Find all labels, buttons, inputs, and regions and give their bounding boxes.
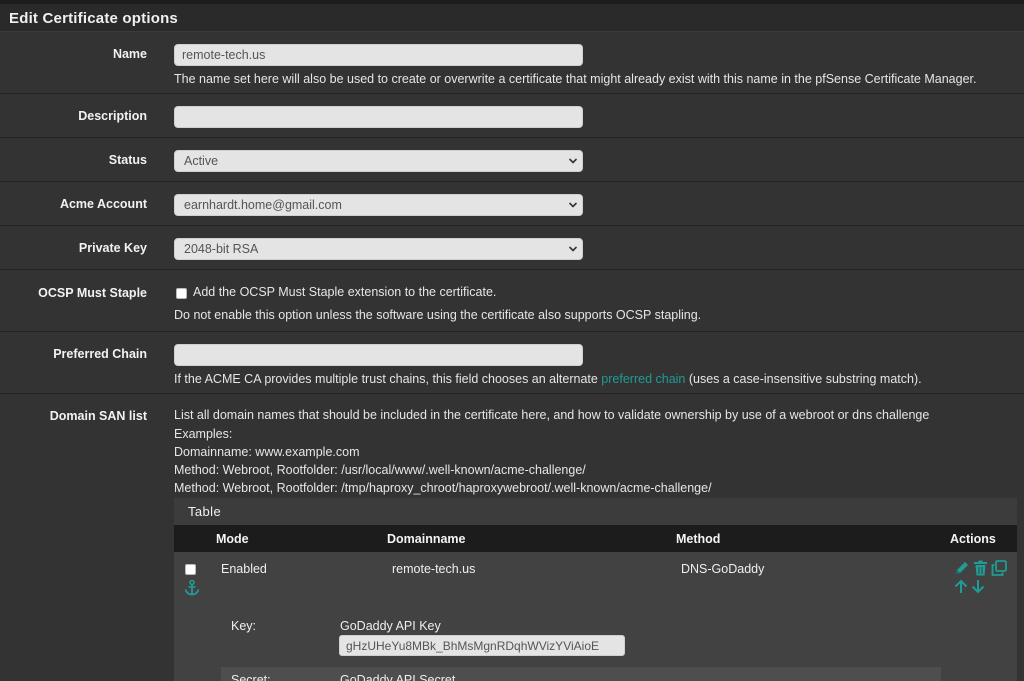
table-title: Table: [188, 504, 222, 519]
ocsp-checkbox[interactable]: [176, 288, 187, 299]
column-header-domainname: Domainname: [387, 532, 466, 546]
row-method: DNS-GoDaddy: [681, 562, 765, 576]
row-mode: Enabled: [221, 562, 267, 576]
acme-account-row: Acme Account earnhardt.home@gmail.com: [0, 182, 1024, 226]
chevron-down-icon: [568, 158, 578, 164]
preferred-chain-input[interactable]: [174, 344, 583, 366]
column-header-actions: Actions: [950, 532, 996, 546]
preferred-chain-help-after: (uses a case-insensitive substring match…: [685, 372, 922, 386]
description-input[interactable]: [174, 106, 583, 128]
table-column-headers: Mode Domainname Method Actions: [174, 525, 1017, 552]
name-input[interactable]: remote-tech.us: [174, 44, 583, 66]
secret-label: Secret:: [231, 673, 271, 681]
arrow-down-icon[interactable]: [971, 579, 985, 594]
acme-account-value: earnhardt.home@gmail.com: [184, 198, 342, 212]
panel-heading: Edit Certificate options: [0, 4, 1024, 32]
preferred-chain-label: Preferred Chain: [53, 347, 147, 361]
chevron-down-icon: [568, 246, 578, 252]
description-label: Description: [78, 109, 147, 123]
arrow-up-icon[interactable]: [954, 579, 968, 594]
godaddy-api-key-input[interactable]: gHzUHeYu8MBk_BhMsMgnRDqhWVizYViAioE: [339, 635, 625, 656]
ocsp-checkbox-label[interactable]: Add the OCSP Must Staple extension to th…: [193, 285, 496, 299]
row-select-checkbox[interactable]: [185, 564, 196, 575]
name-row: Name remote-tech.us The name set here wi…: [0, 33, 1024, 94]
ocsp-label: OCSP Must Staple: [38, 286, 147, 300]
anchor-icon[interactable]: [183, 579, 201, 597]
domain-san-help-line-5: Method: Webroot, Rootfolder: /tmp/haprox…: [174, 481, 712, 495]
key-label: Key:: [231, 619, 257, 633]
status-value: Active: [184, 154, 219, 168]
domain-san-label: Domain SAN list: [49, 409, 147, 423]
ocsp-help: Do not enable this option unless the sof…: [174, 308, 702, 322]
trash-icon[interactable]: [973, 560, 988, 576]
status-select[interactable]: Active: [174, 150, 583, 172]
private-key-row: Private Key 2048-bit RSA: [0, 226, 1024, 270]
preferred-chain-help-before: If the ACME CA provides multiple trust c…: [174, 372, 602, 386]
name-label: Name: [112, 47, 147, 61]
name-help: The name set here will also be used to c…: [174, 72, 977, 86]
key-title: GoDaddy API Key: [340, 619, 441, 633]
pencil-icon[interactable]: [954, 560, 970, 576]
acme-account-select[interactable]: earnhardt.home@gmail.com: [174, 194, 583, 216]
status-label: Status: [108, 153, 147, 167]
row-domainname: remote-tech.us: [392, 562, 476, 576]
secret-title: GoDaddy API Secret: [340, 673, 456, 681]
description-row: Description: [0, 94, 1024, 138]
acme-account-label: Acme Account: [59, 197, 147, 211]
domain-san-help-line-3: Domainname: www.example.com: [174, 445, 360, 459]
private-key-label: Private Key: [78, 241, 147, 255]
column-header-mode: Mode: [216, 532, 249, 546]
column-header-method: Method: [676, 532, 721, 546]
domain-san-help-line-2: Examples:: [174, 427, 233, 441]
preferred-chain-link[interactable]: preferred chain: [601, 372, 685, 386]
panel-title: Edit Certificate options: [9, 10, 178, 27]
private-key-value: 2048-bit RSA: [184, 242, 259, 256]
table-title-bar: Table: [174, 498, 1017, 525]
chevron-down-icon: [568, 202, 578, 208]
private-key-select[interactable]: 2048-bit RSA: [174, 238, 583, 260]
domain-san-table: Table Mode Domainname Method Actions Ena…: [174, 498, 1017, 681]
domain-san-help-line-4: Method: Webroot, Rootfolder: /usr/local/…: [174, 463, 586, 477]
preferred-chain-help: If the ACME CA provides multiple trust c…: [174, 372, 922, 386]
domain-san-help-line-1: List all domain names that should be inc…: [174, 408, 930, 422]
copy-icon[interactable]: [991, 560, 1007, 576]
preferred-chain-row: Preferred Chain If the ACME CA provides …: [0, 332, 1024, 394]
status-row: Status Active: [0, 138, 1024, 182]
ocsp-row: OCSP Must Staple Add the OCSP Must Stapl…: [0, 270, 1024, 332]
secret-row: Secret: GoDaddy API Secret: [221, 667, 941, 681]
